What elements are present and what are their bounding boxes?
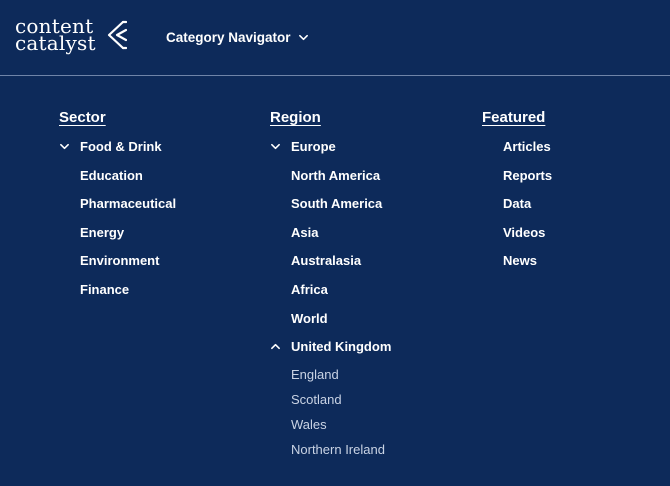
region-item-label: Asia bbox=[291, 224, 319, 240]
sector-item-energy[interactable]: Energy bbox=[59, 223, 176, 252]
uk-subitem-scotland[interactable]: Scotland bbox=[270, 391, 391, 416]
region-item-label: South America bbox=[291, 196, 383, 212]
category-navigator-page: content catalyst Category Navigator Sect… bbox=[0, 0, 670, 486]
region-title-link[interactable]: Region bbox=[270, 108, 321, 127]
region-item-australasia[interactable]: Australasia bbox=[270, 251, 391, 280]
uk-subitem-wales[interactable]: Wales bbox=[270, 416, 391, 441]
brand-line-2: catalyst bbox=[15, 31, 96, 55]
united-kingdom-sublist: England Scotland Wales Northern Ireland bbox=[270, 366, 391, 466]
region-item-asia[interactable]: Asia bbox=[270, 223, 391, 252]
chevron-down-icon[interactable] bbox=[270, 141, 281, 152]
chevron-up-icon[interactable] bbox=[270, 341, 281, 352]
chevron-down-icon[interactable] bbox=[59, 141, 70, 152]
sector-item-pharmaceutical[interactable]: Pharmaceutical bbox=[59, 194, 176, 223]
sector-item-environment[interactable]: Environment bbox=[59, 251, 176, 280]
site-header: content catalyst Category Navigator bbox=[0, 0, 670, 76]
sector-list: Food & Drink Education Pharmaceutical En… bbox=[59, 137, 176, 309]
uk-subitem-england[interactable]: England bbox=[270, 366, 391, 391]
category-navigator-label: Category Navigator bbox=[166, 29, 291, 45]
region-item-africa[interactable]: Africa bbox=[270, 280, 391, 309]
sector-item-food-drink[interactable]: Food & Drink bbox=[59, 137, 176, 166]
sector-item-label: Food & Drink bbox=[80, 139, 162, 154]
region-item-north-america[interactable]: North America bbox=[270, 166, 391, 195]
sector-item-label: Pharmaceutical bbox=[80, 196, 177, 212]
brand-logo[interactable]: content catalyst bbox=[15, 16, 127, 55]
region-item-europe[interactable]: Europe bbox=[270, 137, 391, 166]
region-item-label: North America bbox=[291, 167, 381, 183]
sector-item-label: Education bbox=[80, 167, 143, 183]
featured-item-reports[interactable]: Reports bbox=[482, 166, 552, 195]
brand-mark-icon bbox=[107, 20, 127, 50]
featured-list: Articles Reports Data Videos News bbox=[482, 137, 552, 280]
sector-column: Sector Food & Drink Education Pharmaceut… bbox=[59, 108, 176, 309]
region-item-label: United Kingdom bbox=[291, 339, 392, 355]
sector-item-label: Energy bbox=[80, 224, 125, 240]
featured-item-articles[interactable]: Articles bbox=[482, 137, 552, 166]
category-navigator-toggle[interactable]: Category Navigator bbox=[166, 28, 309, 46]
region-item-label: World bbox=[291, 310, 328, 326]
featured-item-news[interactable]: News bbox=[482, 251, 552, 280]
sector-title-link[interactable]: Sector bbox=[59, 108, 106, 127]
region-item-united-kingdom[interactable]: United Kingdom bbox=[270, 337, 391, 366]
featured-item-data[interactable]: Data bbox=[482, 194, 552, 223]
region-item-label: Europe bbox=[291, 139, 336, 154]
featured-item-videos[interactable]: Videos bbox=[482, 223, 552, 252]
region-column: Region Europe North America South Americ… bbox=[270, 108, 391, 466]
brand-wordmark: content catalyst bbox=[15, 16, 96, 55]
region-item-world[interactable]: World bbox=[270, 309, 391, 338]
featured-column: Featured Articles Reports Data Videos Ne… bbox=[482, 108, 552, 280]
region-item-label: Africa bbox=[291, 281, 328, 297]
featured-title-link[interactable]: Featured bbox=[482, 108, 545, 127]
region-list: Europe North America South America Asia … bbox=[270, 137, 391, 366]
sector-item-finance[interactable]: Finance bbox=[59, 280, 176, 309]
sector-item-education[interactable]: Education bbox=[59, 166, 176, 195]
sector-item-label: Environment bbox=[80, 253, 160, 269]
region-item-label: Australasia bbox=[291, 253, 362, 269]
uk-subitem-northern-ireland[interactable]: Northern Ireland bbox=[270, 441, 391, 466]
region-item-south-america[interactable]: South America bbox=[270, 194, 391, 223]
sector-item-label: Finance bbox=[80, 281, 130, 297]
chevron-down-icon bbox=[298, 34, 308, 40]
